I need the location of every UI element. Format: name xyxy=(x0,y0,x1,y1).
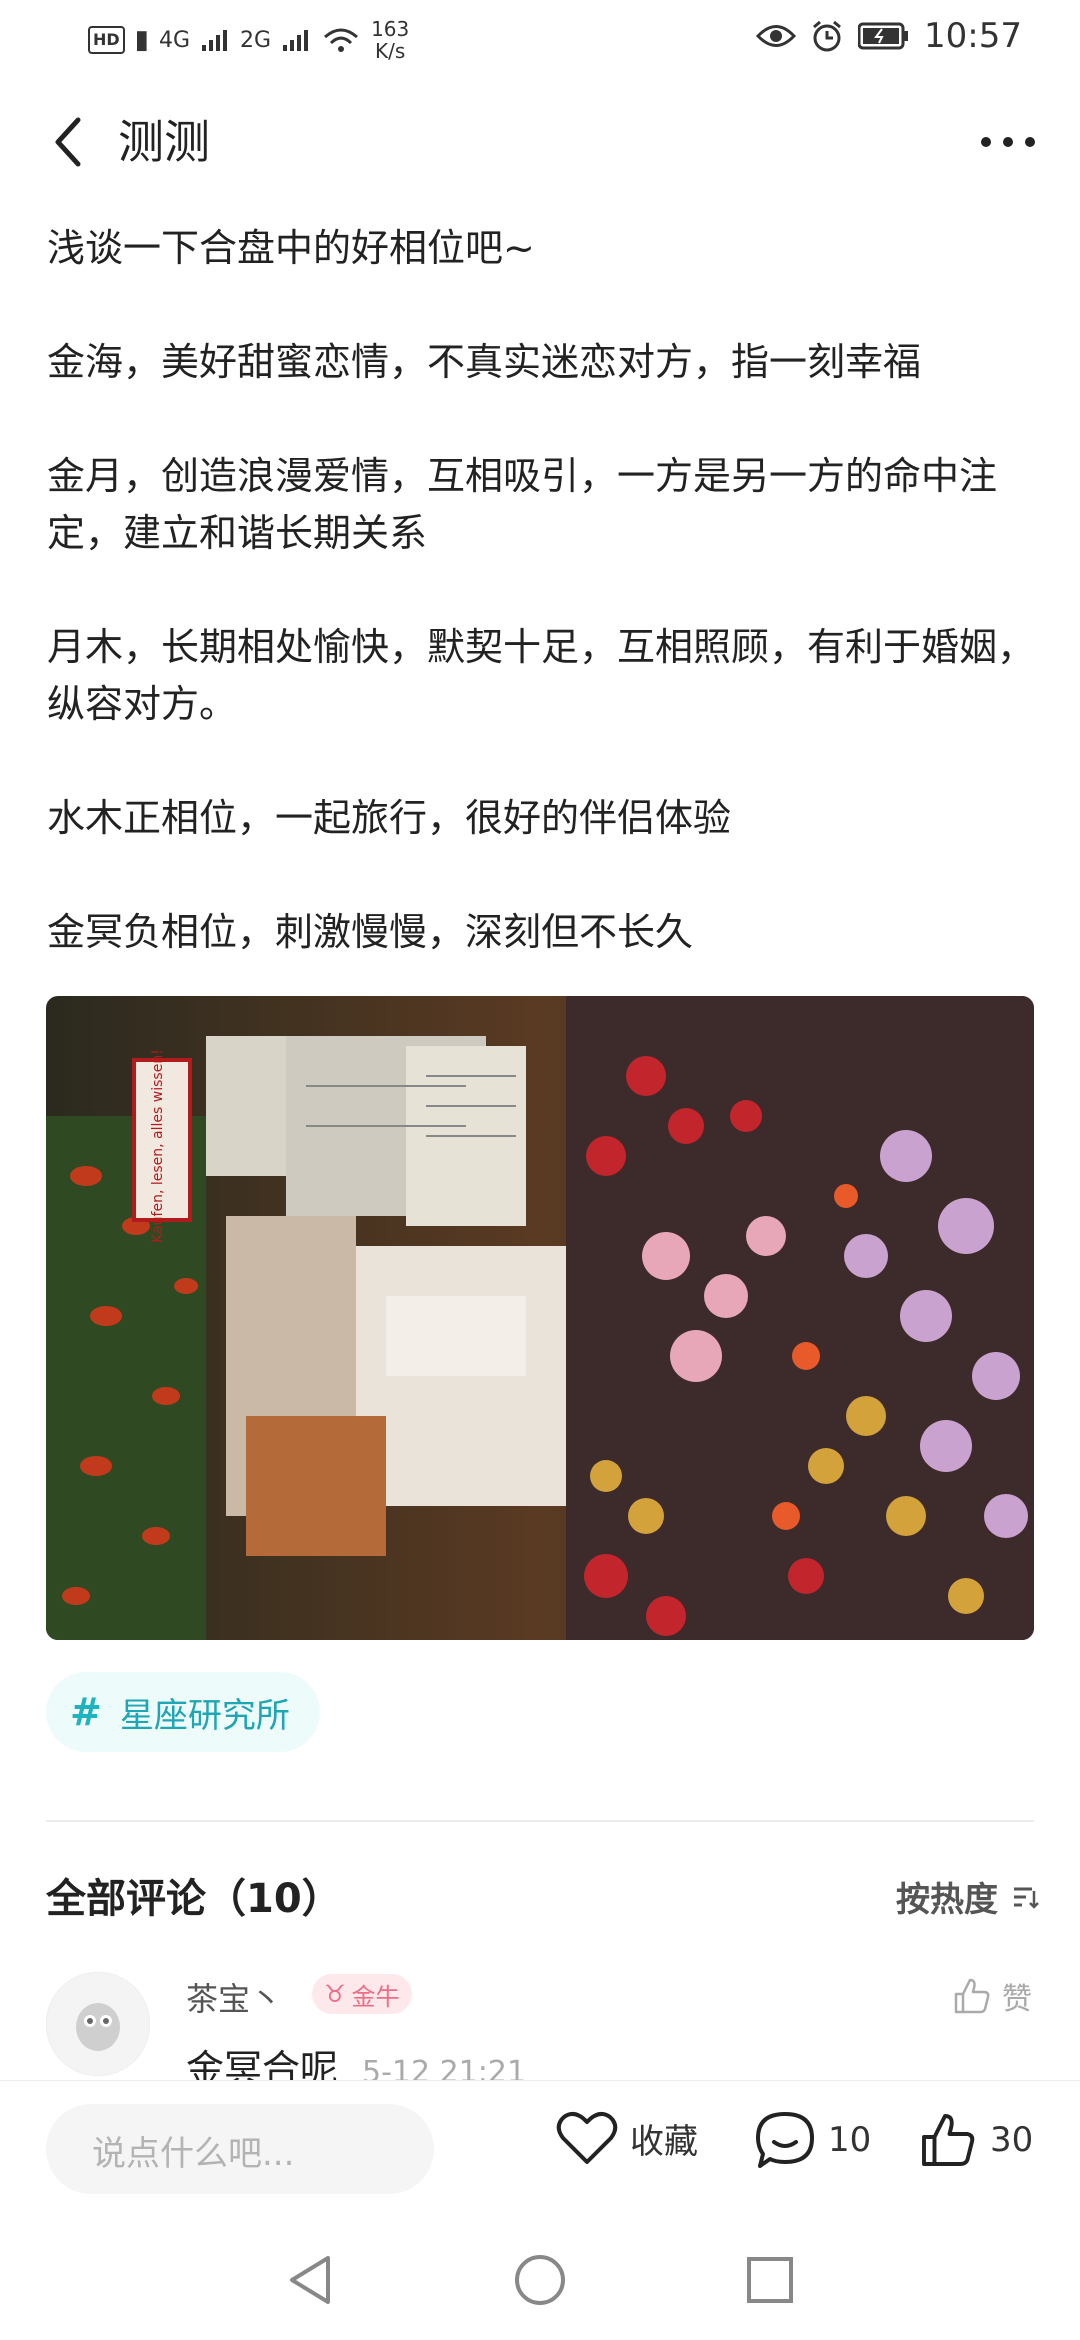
wifi-icon xyxy=(324,28,359,52)
avatar[interactable] xyxy=(46,1972,150,2076)
comment-username[interactable]: 茶宝丶 xyxy=(186,1974,282,2020)
comment-bubble-icon xyxy=(756,2112,814,2168)
comment-button[interactable]: 10 xyxy=(754,2110,871,2170)
battery-icon xyxy=(858,22,909,50)
zodiac-badge-label: 金牛 xyxy=(351,1982,400,2011)
thumbs-up-icon xyxy=(954,1978,990,2014)
net-speed: 163 K/s xyxy=(371,18,409,62)
back-arrow-icon[interactable] xyxy=(46,112,96,172)
comment-like-button[interactable]: 赞 xyxy=(952,1974,1032,2018)
topic-tag[interactable]: # 星座研究所 xyxy=(46,1672,320,1752)
comment-input-placeholder: 说点什么吧... xyxy=(92,2134,295,2174)
owl-avatar-icon xyxy=(76,2003,120,2051)
thumbs-up-icon xyxy=(922,2114,975,2166)
signal-4g-label: 4G xyxy=(158,27,191,53)
signal-bars-icon-2 xyxy=(283,30,309,51)
sort-icon xyxy=(1014,1887,1039,1909)
post-paragraph: 金海，美好甜蜜恋情，不真实迷恋对方，指一刻幸福 xyxy=(47,340,922,384)
sim-icon: ▮ xyxy=(134,25,149,55)
sort-label: 按热度 xyxy=(896,1880,998,1920)
net-speed-unit: K/s xyxy=(375,39,406,63)
divider xyxy=(46,1820,1034,1822)
taurus-icon: ♉ xyxy=(324,1980,346,2008)
photo-sign-text: Kaufen, lesen, alles wissen! xyxy=(150,1049,166,1243)
post-photo[interactable]: Kaufen, lesen, alles wissen! xyxy=(46,996,1034,1640)
more-options-icon[interactable] xyxy=(976,122,1040,162)
comments-title: 全部评论（10） xyxy=(46,1876,342,1922)
heart-icon xyxy=(556,2111,618,2164)
comment-like-label: 赞 xyxy=(1002,1982,1032,2017)
hd-icon: HD xyxy=(88,26,125,54)
signal-2g-label: 2G xyxy=(240,27,272,53)
nav-back-icon[interactable] xyxy=(284,2252,336,2308)
sort-button[interactable]: 按热度 xyxy=(896,1872,1040,1921)
collect-label: 收藏 xyxy=(630,2121,698,2162)
nav-recents-icon[interactable] xyxy=(744,2254,796,2306)
comment-count: 10 xyxy=(828,2120,872,2160)
post-paragraph: 水木正相位，一起旅行，很好的伴侣体验 xyxy=(47,796,732,840)
eye-icon xyxy=(756,25,797,47)
collect-button[interactable]: 收藏 xyxy=(556,2110,698,2166)
zodiac-badge: ♉ 金牛 xyxy=(312,1974,412,2014)
post-paragraph: 月木，长期相处愉快，默契十足，互相照顾，有利于婚姻，纵容对方。 xyxy=(47,625,1036,726)
clock: 10:57 xyxy=(924,16,1022,56)
like-count: 30 xyxy=(990,2120,1034,2160)
hashtag-icon: # xyxy=(70,1690,102,1734)
alarm-icon xyxy=(813,20,841,52)
post-paragraph: 金月，创造浪漫爱情，互相吸引，一方是另一方的命中注定，建立和谐长期关系 xyxy=(47,454,998,555)
flower-stall-image: Kaufen, lesen, alles wissen! xyxy=(46,996,1034,1640)
post-body: 浅谈一下合盘中的好相位吧~ 金海，美好甜蜜恋情，不真实迷恋对方，指一刻幸福 金月… xyxy=(47,220,1037,1018)
status-left: HD ▮ 4G 2G 163 K/s xyxy=(88,18,409,62)
status-right: 10:57 xyxy=(756,16,1022,56)
net-speed-value: 163 xyxy=(371,17,410,41)
post-paragraph: 浅谈一下合盘中的好相位吧~ xyxy=(47,226,535,270)
page-title: 测测 xyxy=(118,115,210,169)
topic-tag-label: 星座研究所 xyxy=(119,1695,290,1736)
signal-bars-icon xyxy=(202,30,228,51)
like-button[interactable]: 30 xyxy=(918,2110,1033,2170)
post-paragraph: 金冥负相位，刺激慢慢，深刻但不长久 xyxy=(47,910,694,954)
nav-home-icon[interactable] xyxy=(512,2252,568,2308)
